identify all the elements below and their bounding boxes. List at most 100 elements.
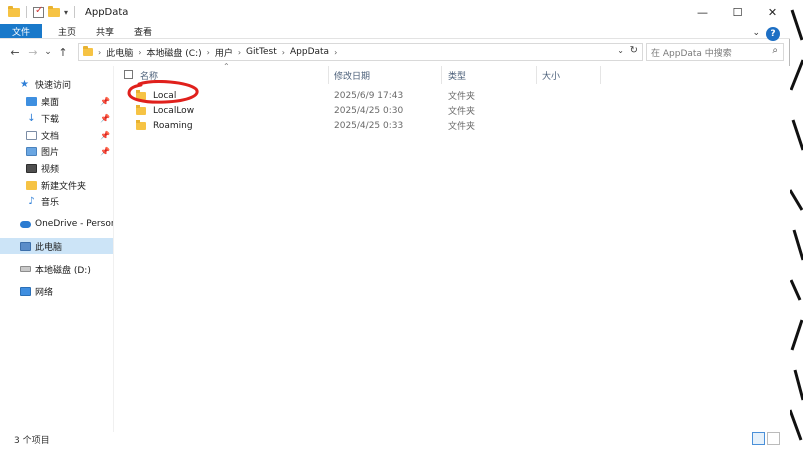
breadcrumb-item[interactable]: 用户 xyxy=(215,46,233,59)
ribbon-expand-icon[interactable]: ⌄ xyxy=(752,28,760,38)
help-button[interactable]: ? xyxy=(766,27,780,41)
properties-icon[interactable] xyxy=(33,5,44,18)
folder-icon xyxy=(8,5,20,17)
desktop-icon xyxy=(26,96,37,106)
select-all-checkbox[interactable] xyxy=(124,70,133,79)
sidebar-item-label: 本地磁盘 (D:) xyxy=(35,265,91,276)
sidebar-item-videos[interactable]: 视频 xyxy=(0,160,113,176)
item-count: 3 个项目 xyxy=(14,436,50,446)
video-icon xyxy=(26,163,37,173)
navigation-bar: ← → ⌄ ↑ › 此电脑 › 本地磁盘 (C:) › 用户 › GitTest… xyxy=(0,41,790,63)
download-icon: ↓ xyxy=(27,112,36,124)
file-type: 文件夹 xyxy=(448,107,476,117)
large-icons-view-icon[interactable] xyxy=(767,432,780,445)
sidebar-item-network[interactable]: 网络 xyxy=(0,283,113,299)
sidebar-item-desktop[interactable]: 桌面 📌 xyxy=(0,93,113,109)
breadcrumb-separator-icon[interactable]: › xyxy=(280,48,287,57)
tab-home[interactable]: 主页 xyxy=(48,24,86,38)
search-box[interactable]: 在 AppData 中搜索 ⌕ xyxy=(646,43,784,61)
sort-ascending-icon: ⌃ xyxy=(223,62,230,71)
quick-access-toolbar: ▾ xyxy=(0,0,77,24)
view-switcher xyxy=(752,432,780,445)
annotation-circle xyxy=(127,80,199,104)
window-title: AppData xyxy=(85,6,129,18)
window-controls: — ☐ ✕ xyxy=(685,0,790,24)
sidebar-item-downloads[interactable]: ↓ 下载 📌 xyxy=(0,110,113,126)
forward-button[interactable]: → xyxy=(24,46,42,59)
onedrive-icon xyxy=(20,220,31,228)
file-modified: 2025/6/9 17:43 xyxy=(334,90,404,101)
folder-icon xyxy=(83,46,93,56)
status-bar: 3 个项目 xyxy=(0,432,790,447)
table-row[interactable]: Local 2025/6/9 17:43 文件夹 xyxy=(136,88,596,103)
maximize-button[interactable]: ☐ xyxy=(720,0,755,24)
breadcrumb-separator-icon[interactable]: › xyxy=(96,48,103,57)
sidebar-item-label: 音乐 xyxy=(41,197,60,208)
sidebar-item-music[interactable]: ♪ 音乐 xyxy=(0,193,113,209)
sidebar-item-label: 网络 xyxy=(35,287,54,298)
refresh-icon[interactable]: ↻ xyxy=(630,45,638,56)
sidebar-item-onedrive[interactable]: OneDrive - Personal xyxy=(0,216,113,232)
breadcrumb-item[interactable]: AppData xyxy=(290,47,329,57)
back-button[interactable]: ← xyxy=(6,46,24,59)
sidebar-item-label: 此电脑 xyxy=(35,242,63,253)
column-header-modified[interactable]: 修改日期 xyxy=(334,66,370,84)
breadcrumb-item[interactable]: 本地磁盘 (C:) xyxy=(146,46,201,59)
sidebar-item-pictures[interactable]: 图片 📌 xyxy=(0,143,113,159)
pin-icon: 📌 xyxy=(100,146,110,156)
sidebar-item-documents[interactable]: 文档 📌 xyxy=(0,127,113,143)
folder-icon xyxy=(26,180,37,190)
star-icon: ★ xyxy=(20,78,29,90)
pin-icon: 📌 xyxy=(100,130,110,140)
close-button[interactable]: ✕ xyxy=(755,0,790,24)
chevron-down-icon[interactable]: ⌄ xyxy=(617,46,624,55)
file-list: ⌃ 名称 修改日期 类型 大小 Local 2025/6/9 17:43 文件夹… xyxy=(116,62,790,432)
up-button[interactable]: ↑ xyxy=(54,46,72,59)
sidebar-item-label: 下载 xyxy=(41,114,60,125)
sidebar-item-drive-d[interactable]: 本地磁盘 (D:) xyxy=(0,261,113,277)
column-header-size[interactable]: 大小 xyxy=(542,66,560,84)
search-icon[interactable]: ⌕ xyxy=(772,45,778,56)
sidebar-item-this-pc[interactable]: 此电脑 xyxy=(0,238,113,254)
customize-toolbar-arrow-icon[interactable]: ▾ xyxy=(64,8,68,17)
file-modified: 2025/4/25 0:33 xyxy=(334,120,404,131)
breadcrumb-separator-icon[interactable]: › xyxy=(136,48,143,57)
breadcrumb-item[interactable]: 此电脑 xyxy=(106,46,133,59)
title-bar: ▾ AppData — ☐ ✕ xyxy=(0,0,790,24)
breadcrumb-item[interactable]: GitTest xyxy=(246,47,277,57)
tab-share[interactable]: 共享 xyxy=(86,24,124,38)
search-input[interactable]: 在 AppData 中搜索 xyxy=(651,46,732,59)
breadcrumb-separator-icon[interactable]: › xyxy=(236,48,243,57)
file-modified: 2025/4/25 0:30 xyxy=(334,105,404,116)
desktop-background xyxy=(790,0,803,452)
table-row[interactable]: Roaming 2025/4/25 0:33 文件夹 xyxy=(136,118,596,133)
sidebar-item-new-folder[interactable]: 新建文件夹 xyxy=(0,177,113,193)
file-name: LocalLow xyxy=(153,105,195,116)
sidebar-item-label: 新建文件夹 xyxy=(41,181,87,192)
breadcrumb-separator-icon[interactable]: › xyxy=(205,48,212,57)
tab-view[interactable]: 查看 xyxy=(124,24,162,38)
network-icon xyxy=(20,286,31,296)
sidebar-item-label: 图片 xyxy=(41,147,60,158)
column-header-type[interactable]: 类型 xyxy=(448,66,466,84)
desktop-background-bottom xyxy=(0,447,803,452)
music-icon: ♪ xyxy=(28,195,35,207)
folder-icon xyxy=(136,119,146,130)
minimize-button[interactable]: — xyxy=(685,0,720,24)
this-pc-icon xyxy=(20,241,31,251)
file-type: 文件夹 xyxy=(448,122,476,132)
tab-file[interactable]: 文件 xyxy=(0,24,43,38)
recent-locations-button[interactable]: ⌄ xyxy=(42,47,54,57)
table-row[interactable]: LocalLow 2025/4/25 0:30 文件夹 xyxy=(136,103,596,118)
navigation-pane: ★ 快速访问 桌面 📌 ↓ 下载 📌 文档 📌 图片 📌 视频 新建文件夹 ♪ … xyxy=(0,66,114,432)
sidebar-item-label: 文档 xyxy=(41,131,60,142)
address-bar[interactable]: › 此电脑 › 本地磁盘 (C:) › 用户 › GitTest › AppDa… xyxy=(78,43,643,61)
new-folder-icon[interactable] xyxy=(48,5,60,17)
breadcrumb-separator-icon[interactable]: › xyxy=(332,48,339,57)
details-view-icon[interactable] xyxy=(752,432,765,445)
sidebar-item-label: 视频 xyxy=(41,164,60,175)
sidebar-item-label: OneDrive - Personal xyxy=(35,219,113,229)
sidebar-item-quick-access[interactable]: ★ 快速访问 xyxy=(0,76,113,92)
pin-icon: 📌 xyxy=(100,96,110,106)
file-explorer-window: ▾ AppData — ☐ ✕ 文件 主页 共享 查看 ⌄ ? ← → ⌄ ↑ … xyxy=(0,0,790,447)
